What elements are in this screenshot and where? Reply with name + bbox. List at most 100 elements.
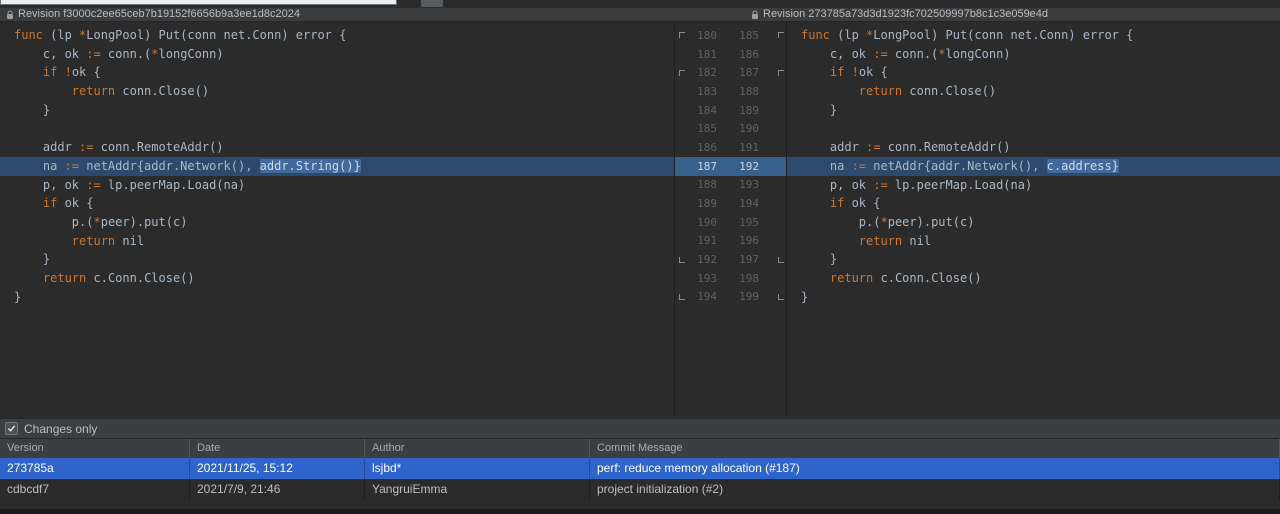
code-token: p, ok — [801, 178, 873, 192]
fold-marker-icon[interactable] — [776, 255, 786, 265]
clipped-search-input[interactable] — [0, 0, 397, 5]
code-token: LongPool) Put(conn net.Conn) error { — [86, 28, 346, 42]
code-line — [0, 119, 674, 138]
code-token: peer).put(c) — [888, 215, 975, 229]
code-token — [14, 65, 43, 79]
column-header-author[interactable]: Author — [365, 439, 590, 458]
fold-marker-icon — [776, 161, 786, 171]
left-code-pane[interactable]: func (lp *LongPool) Put(conn net.Conn) e… — [0, 22, 675, 418]
code-token: lp.peerMap.Load(na) — [101, 178, 246, 192]
code-token: * — [938, 47, 945, 61]
code-token: * — [151, 47, 158, 61]
cell-author: lsjbd* — [365, 458, 590, 479]
code-token: * — [880, 215, 887, 229]
column-header-date[interactable]: Date — [190, 439, 365, 458]
code-token: addr — [14, 140, 79, 154]
window-bottom-edge — [0, 509, 1280, 514]
code-token: ok { — [859, 65, 888, 79]
code-line: c, ok := conn.(*longConn) — [787, 45, 1280, 64]
code-token: lp.peerMap.Load(na) — [888, 178, 1033, 192]
code-token: netAddr{addr.Network(), — [866, 159, 1047, 173]
gutter-row: 191196 — [675, 232, 786, 251]
right-line-number: 190 — [717, 122, 759, 135]
code-token: p, ok — [14, 178, 86, 192]
code-line: } — [787, 101, 1280, 120]
history-row[interactable]: 273785a2021/11/25, 15:12lsjbd*perf: redu… — [0, 458, 1280, 479]
right-line-number: 193 — [717, 178, 759, 191]
right-line-number: 185 — [717, 29, 759, 42]
left-line-number: 186 — [687, 141, 717, 154]
code-token: ! — [852, 65, 859, 79]
code-token: } — [14, 290, 21, 304]
fold-marker-icon — [677, 86, 687, 96]
left-line-number: 187 — [687, 160, 717, 173]
code-token: func — [801, 28, 830, 42]
checkmark-icon — [7, 424, 16, 433]
cell-date: 2021/7/9, 21:46 — [190, 479, 365, 500]
fold-marker-icon — [776, 180, 786, 190]
code-token: } — [801, 290, 808, 304]
lock-icon — [751, 10, 759, 20]
code-line: } — [787, 288, 1280, 307]
code-line: if !ok { — [787, 63, 1280, 82]
fold-marker-icon[interactable] — [677, 255, 687, 265]
fold-marker-icon[interactable] — [776, 30, 786, 40]
code-line: return c.Conn.Close() — [0, 269, 674, 288]
gutter-row: 180185 — [675, 26, 786, 45]
right-line-number: 195 — [717, 216, 759, 229]
code-token: func — [14, 28, 43, 42]
code-token: := — [65, 159, 79, 173]
fold-marker-icon[interactable] — [677, 292, 687, 302]
code-line: func (lp *LongPool) Put(conn net.Conn) e… — [787, 26, 1280, 45]
code-token — [801, 234, 859, 248]
code-token: ok { — [844, 196, 880, 210]
left-line-number: 181 — [687, 48, 717, 61]
code-line: addr := conn.RemoteAddr() — [0, 138, 674, 157]
changes-only-checkbox[interactable] — [5, 422, 18, 435]
diff-area: func (lp *LongPool) Put(conn net.Conn) e… — [0, 22, 1280, 418]
fold-marker-icon[interactable] — [776, 68, 786, 78]
fold-marker-icon[interactable] — [677, 68, 687, 78]
code-token: return — [830, 271, 873, 285]
code-line: return conn.Close() — [787, 82, 1280, 101]
changed-token: addr.String()} — [260, 159, 361, 173]
lock-icon — [6, 10, 14, 20]
code-token — [801, 65, 830, 79]
history-row[interactable]: cdbcdf72021/7/9, 21:46YangruiEmmaproject… — [0, 479, 1280, 500]
code-line: return conn.Close() — [0, 82, 674, 101]
code-token — [57, 65, 64, 79]
fold-marker-icon[interactable] — [776, 292, 786, 302]
left-revision-label: Revision f3000c2ee65ceb7b19152f6656b9a3e… — [18, 8, 300, 21]
left-line-number: 193 — [687, 272, 717, 285]
fold-marker-icon — [677, 161, 687, 171]
code-token: } — [14, 252, 50, 266]
left-line-number: 185 — [687, 122, 717, 135]
left-revision-header: Revision f3000c2ee65ceb7b19152f6656b9a3e… — [0, 8, 745, 21]
code-token: c, ok — [14, 47, 86, 61]
code-token: conn.( — [888, 47, 939, 61]
code-token: conn.( — [101, 47, 152, 61]
code-token: return — [859, 234, 902, 248]
changed-token: c.address} — [1047, 159, 1119, 173]
code-token: c.Conn.Close() — [86, 271, 194, 285]
right-code-pane[interactable]: func (lp *LongPool) Put(conn net.Conn) e… — [787, 22, 1280, 418]
clipped-toolbar-button[interactable] — [421, 0, 443, 7]
diff-gutter: 1801851811861821871831881841891851901861… — [675, 22, 787, 418]
code-token: c.Conn.Close() — [873, 271, 981, 285]
fold-marker-icon[interactable] — [677, 30, 687, 40]
code-line: p.(*peer).put(c) — [0, 213, 674, 232]
code-token: return — [43, 271, 86, 285]
fold-marker-icon — [677, 49, 687, 59]
left-line-number: 180 — [687, 29, 717, 42]
fold-marker-icon — [677, 124, 687, 134]
code-line: if !ok { — [0, 63, 674, 82]
fold-marker-icon — [677, 236, 687, 246]
gutter-row: 182187 — [675, 63, 786, 82]
code-token: netAddr{addr.Network(), — [79, 159, 260, 173]
column-header-version[interactable]: Version — [0, 439, 190, 458]
column-header-commit-message[interactable]: Commit Message — [590, 439, 1280, 458]
fold-marker-icon — [776, 124, 786, 134]
code-token: peer).put(c) — [101, 215, 188, 229]
left-line-number: 191 — [687, 234, 717, 247]
code-token: nil — [902, 234, 931, 248]
